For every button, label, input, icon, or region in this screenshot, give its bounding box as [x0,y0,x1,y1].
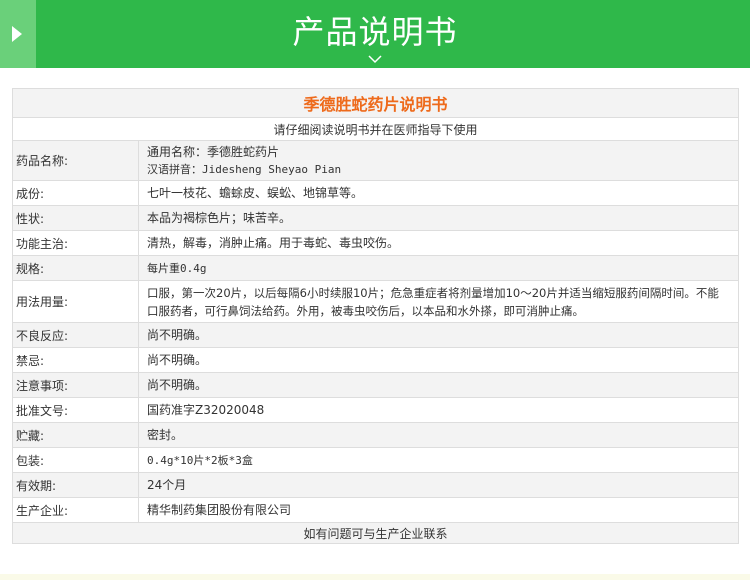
pinyin-name: 汉语拼音：Jidesheng Sheyao Pian [147,162,342,176]
row-label: 用法用量: [12,280,139,323]
row-label: 性状: [12,205,139,231]
row-label: 不良反应: [12,322,139,348]
package-value: 0.4g*10片*2板*3盒 [147,453,253,467]
chevron-down-icon [368,55,382,64]
table-row: 有效期: 24个月 [12,472,740,498]
row-value: 24个月 [137,472,740,498]
row-value: 精华制药集团股份有限公司 [137,497,740,523]
row-label: 包装: [12,447,139,473]
row-value: 口服，第一次20片，以后每隔6小时续服10片；危急重症者将剂量增加10～20片并… [137,280,740,323]
row-value: 密封。 [137,422,740,448]
row-value: 清热，解毒，消肿止痛。用于毒蛇、毒虫咬伤。 [137,230,740,256]
bottom-divider [0,574,750,580]
table-row: 药品名称: 通用名称：季德胜蛇药片 汉语拼音：Jidesheng Sheyao … [12,140,740,181]
spec-value: 每片重0.4g [147,261,207,275]
row-value: 0.4g*10片*2板*3盒 [137,447,740,473]
table-row: 用法用量: 口服，第一次20片，以后每隔6小时续服10片；危急重症者将剂量增加1… [12,280,740,323]
table-row: 注意事项: 尚不明确。 [12,372,740,398]
row-value: 尚不明确。 [137,372,740,398]
page-header: 产品说明书 [0,0,750,68]
document-title: 季德胜蛇药片说明书 [11,88,740,118]
table-row: 禁忌: 尚不明确。 [12,347,740,373]
table-row: 贮藏: 密封。 [12,422,740,448]
table-row: 功能主治: 清热，解毒，消肿止痛。用于毒蛇、毒虫咬伤。 [12,230,740,256]
row-value: 七叶一枝花、蟾蜍皮、蜈蚣、地锦草等。 [137,180,740,206]
table-row: 批准文号: 国药准字Z32020048 [12,397,740,423]
row-label: 批准文号: [12,397,139,423]
row-label: 规格: [12,255,139,281]
table-row: 规格: 每片重0.4g [12,255,740,281]
table-row: 性状: 本品为褐棕色片；味苦辛。 [12,205,740,231]
generic-name: 通用名称：季德胜蛇药片 [147,144,280,159]
row-value: 国药准字Z32020048 [137,397,740,423]
row-label: 有效期: [12,472,139,498]
row-value: 尚不明确。 [137,322,740,348]
table-row: 包装: 0.4g*10片*2板*3盒 [12,447,740,473]
document-subtitle: 请仔细阅读说明书并在医师指导下使用 [11,117,740,141]
row-label: 贮藏: [12,422,139,448]
row-label: 禁忌: [12,347,139,373]
row-value: 通用名称：季德胜蛇药片 汉语拼音：Jidesheng Sheyao Pian [137,140,740,181]
row-value: 本品为褐棕色片；味苦辛。 [137,205,740,231]
row-label: 注意事项: [12,372,139,398]
row-value: 每片重0.4g [137,255,740,281]
row-value: 尚不明确。 [137,347,740,373]
table-row: 成份: 七叶一枝花、蟾蜍皮、蜈蚣、地锦草等。 [12,180,740,206]
instruction-table: 季德胜蛇药片说明书 请仔细阅读说明书并在医师指导下使用 药品名称: 通用名称：季… [11,88,740,544]
row-label: 功能主治: [12,230,139,256]
row-label: 成份: [12,180,139,206]
instruction-sheet: 季德胜蛇药片说明书 请仔细阅读说明书并在医师指导下使用 药品名称: 通用名称：季… [11,88,740,544]
table-row: 生产企业: 精华制药集团股份有限公司 [12,497,740,523]
row-label: 药品名称: [12,140,139,181]
table-row: 不良反应: 尚不明确。 [12,322,740,348]
row-label: 生产企业: [12,497,139,523]
page-title: 产品说明书 [292,13,458,51]
document-footer: 如有问题可与生产企业联系 [11,522,740,544]
